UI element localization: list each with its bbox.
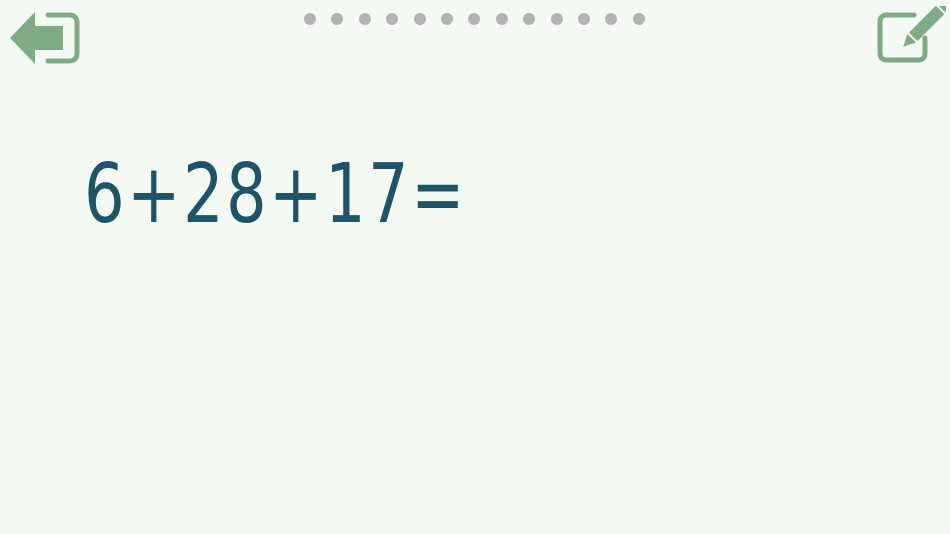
progress-dot[interactable]: [605, 13, 618, 25]
progress-dot[interactable]: [468, 13, 481, 25]
progress-dot[interactable]: [523, 13, 536, 25]
pencil-edit-icon: [877, 0, 950, 63]
edit-button[interactable]: [876, 0, 950, 64]
exit-arrow-icon: [10, 12, 80, 64]
progress-dot[interactable]: [386, 13, 399, 25]
progress-dot[interactable]: [632, 13, 645, 25]
equation-text: 6+28+17=: [84, 147, 467, 242]
progress-dot[interactable]: [440, 13, 453, 25]
progress-dot[interactable]: [304, 13, 316, 25]
progress-dot[interactable]: [550, 13, 563, 25]
progress-dot[interactable]: [358, 13, 371, 25]
progress-dots: [304, 12, 645, 26]
back-button[interactable]: [8, 8, 82, 68]
progress-dot[interactable]: [577, 13, 590, 25]
progress-dot[interactable]: [331, 13, 344, 25]
progress-dot[interactable]: [495, 13, 508, 25]
progress-dot[interactable]: [413, 13, 426, 25]
